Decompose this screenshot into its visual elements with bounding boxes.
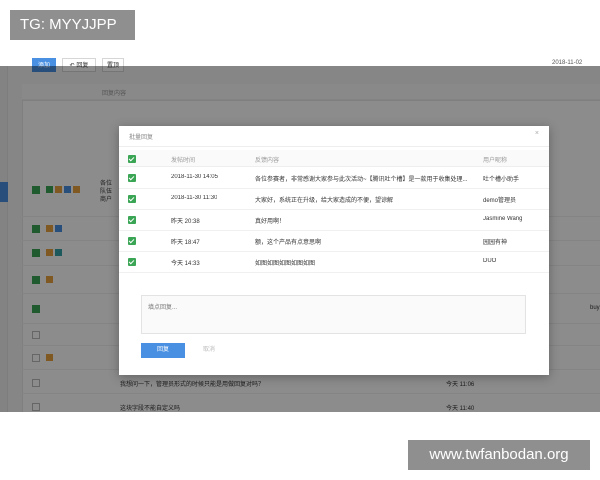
modal-title: 批量回复 [129,135,154,141]
post-time: 昨天 20:38 [171,219,200,225]
watermark-tag-bottom: www.twfanbodan.org [408,440,590,470]
modal-divider [119,146,549,147]
modal-table-row[interactable]: 2018-11-30 14:05 各位参赛者，非常感谢大家参与此次活动~【腾讯吐… [119,168,549,189]
row-checkbox[interactable] [128,174,136,182]
feedback-content: 大家好，系统正在升级，给大家造成的不便，望谅解 [255,198,394,204]
user-nickname: demo管理员 [483,198,517,204]
post-time: 今天 14:33 [171,261,200,267]
row-checkbox[interactable] [128,237,136,245]
content-column-header: 反馈内容 [255,158,280,164]
modal-table-row[interactable]: 昨天 18:47 额，这个产品有点意思啊 园园有神 [119,231,549,252]
post-time: 2018-11-30 14:05 [171,174,218,180]
modal-table-row[interactable]: 2018-11-30 11:30 大家好，系统正在升级，给大家造成的不便，望谅解… [119,189,549,210]
time-column-header: 发帖时间 [171,158,196,164]
reply-button[interactable]: 回复 [141,343,185,358]
batch-reply-modal: 批量回复 × 发帖时间 反馈内容 用户昵称 2018-11-30 14:05 各… [119,126,549,375]
modal-table-header: 发帖时间 反馈内容 用户昵称 [119,150,549,167]
reply-textarea-wrapper [141,295,526,334]
select-all-checkbox[interactable] [128,155,136,163]
user-column-header: 用户昵称 [483,158,508,164]
user-nickname: Jasmine Wang [483,216,523,222]
watermark-tag-top: TG: MYYJJPP [10,10,135,40]
cancel-button[interactable]: 取消 [197,343,221,358]
user-nickname: DUO [483,258,497,264]
row-checkbox[interactable] [128,216,136,224]
post-time: 昨天 18:47 [171,240,200,246]
modal-table-row[interactable]: 昨天 20:38 真好用啊！ Jasmine Wang [119,210,549,231]
close-icon[interactable]: × [535,130,539,137]
reply-textarea[interactable] [142,296,525,333]
feedback-content: 额，这个产品有点意思啊 [255,240,322,246]
row-checkbox[interactable] [128,195,136,203]
post-time: 2018-11-30 11:30 [171,195,218,201]
feedback-content: 各位参赛者，非常感谢大家参与此次活动~【腾讯吐个槽】是一款用于收集处理... [255,177,468,183]
row-checkbox[interactable] [128,258,136,266]
modal-table-row[interactable]: 今天 14:33 如图如图如图如图如图 DUO [119,252,549,273]
feedback-content: 真好用啊！ [255,219,286,225]
feedback-content: 如图如图如图如图如图 [255,261,316,267]
user-nickname: 吐个槽小助手 [483,177,520,183]
user-nickname: 园园有神 [483,240,508,246]
